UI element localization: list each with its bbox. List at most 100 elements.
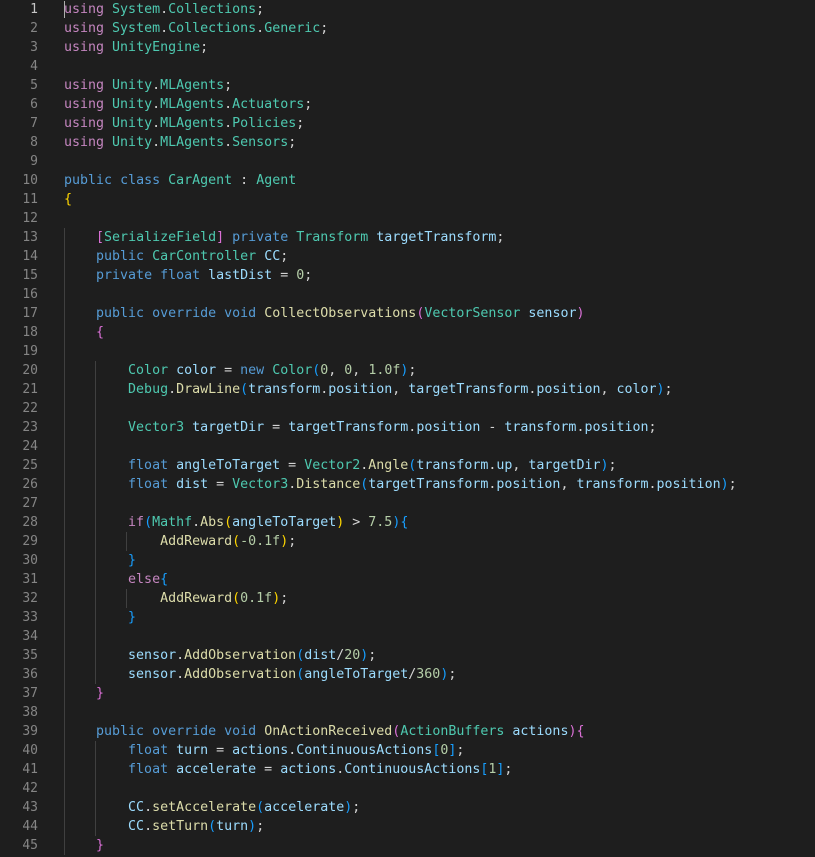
code-token: ContinuousActions — [296, 743, 433, 758]
code-token: ( — [296, 648, 305, 663]
code-token: Distance — [296, 477, 361, 492]
code-line[interactable]: 37 } — [0, 684, 815, 703]
code-line[interactable]: 26 float dist = Vector3.Distance(targetT… — [0, 475, 815, 494]
code-line[interactable]: 43 CC.setAccelerate(accelerate); — [0, 798, 815, 817]
code-token: { — [160, 572, 169, 587]
code-token: ; — [288, 135, 297, 150]
code-text: } — [64, 836, 104, 855]
code-token: . — [192, 515, 201, 530]
code-token: Color — [128, 363, 169, 378]
code-token: . — [176, 648, 185, 663]
code-token: setAccelerate — [152, 800, 257, 815]
code-line[interactable]: 5 using Unity.MLAgents; — [0, 76, 815, 95]
code-line[interactable]: 7 using Unity.MLAgents.Policies; — [0, 114, 815, 133]
line-number: 1 — [30, 2, 38, 17]
code-line[interactable]: 6 using Unity.MLAgents.Actuators; — [0, 95, 815, 114]
code-token: ContinuousActions — [344, 762, 481, 777]
code-line[interactable]: 8 using Unity.MLAgents.Sensors; — [0, 133, 815, 152]
line-number: 37 — [22, 686, 38, 701]
code-line[interactable]: 21 Debug.DrawLine(transform.position, ta… — [0, 380, 815, 399]
code-token: DrawLine — [176, 382, 241, 397]
code-line[interactable]: 14 public CarController CC; — [0, 247, 815, 266]
code-line[interactable]: 29 AddReward(-0.1f); — [0, 532, 815, 551]
code-line[interactable]: 10 public class CarAgent : Agent — [0, 171, 815, 190]
code-editor[interactable]: 1 using System.Collections; 2 using System.… — [0, 0, 815, 857]
code-token: private — [96, 268, 153, 283]
code-line[interactable]: 16 — [0, 285, 815, 304]
code-token: ; — [448, 667, 457, 682]
code-token: ; — [200, 40, 209, 55]
code-line[interactable]: 17 public override void CollectObservati… — [0, 304, 815, 323]
code-line[interactable]: 20 Color color = new Color(0, 0, 1.0f); — [0, 361, 815, 380]
code-line[interactable]: 1 using System.Collections; — [0, 0, 815, 19]
line-number: 4 — [30, 59, 38, 74]
code-token: ; — [320, 21, 329, 36]
line-number: 19 — [22, 344, 38, 359]
code-text: if(Mathf.Abs(angleToTarget) > 7.5){ — [64, 513, 408, 532]
code-line[interactable]: 24 — [0, 437, 815, 456]
code-line[interactable]: 40 float turn = actions.ContinuousAction… — [0, 741, 815, 760]
code-text: Color color = new Color(0, 0, 1.0f); — [64, 361, 416, 380]
code-line[interactable]: 42 — [0, 779, 815, 798]
line-number: 34 — [22, 629, 38, 644]
code-token: public — [96, 306, 145, 321]
code-token: Vector2 — [304, 458, 361, 473]
code-text: { — [64, 323, 104, 342]
code-text: { — [64, 190, 72, 209]
code-token: = — [272, 268, 297, 283]
code-line[interactable]: 3 using UnityEngine; — [0, 38, 815, 57]
code-line[interactable]: 28 if(Mathf.Abs(angleToTarget) > 7.5){ — [0, 513, 815, 532]
code-line[interactable]: 12 — [0, 209, 815, 228]
code-token: ; — [280, 591, 289, 606]
code-line[interactable]: 15 private float lastDist = 0; — [0, 266, 815, 285]
code-line[interactable]: 9 — [0, 152, 815, 171]
code-line[interactable]: 45 } — [0, 836, 815, 855]
code-token: Abs — [200, 515, 225, 530]
line-number: 20 — [22, 363, 38, 378]
code-line[interactable]: 31 else{ — [0, 570, 815, 589]
code-line[interactable]: 13 [SerializeField] private Transform ta… — [0, 228, 815, 247]
code-line[interactable]: 23 Vector3 targetDir = targetTransform.p… — [0, 418, 815, 437]
code-token: . — [160, 21, 169, 36]
code-token: angleToTarget — [232, 515, 337, 530]
code-line[interactable]: 11 { — [0, 190, 815, 209]
code-line[interactable]: 30 } — [0, 551, 815, 570]
code-token: accelerate — [264, 800, 345, 815]
code-token: ) — [248, 819, 257, 834]
code-line[interactable]: 44 CC.setTurn(turn); — [0, 817, 815, 836]
code-line[interactable]: 39 public override void OnActionReceived… — [0, 722, 815, 741]
code-line[interactable]: 25 float angleToTarget = Vector2.Angle(t… — [0, 456, 815, 475]
code-line[interactable]: 33 } — [0, 608, 815, 627]
line-number: 13 — [22, 230, 38, 245]
code-line[interactable]: 27 — [0, 494, 815, 513]
code-token: MLAgents — [160, 97, 225, 112]
code-token: AddReward — [160, 591, 233, 606]
code-line[interactable]: 18 { — [0, 323, 815, 342]
code-line[interactable]: 22 — [0, 399, 815, 418]
code-token: ActionBuffers — [400, 724, 505, 739]
code-line[interactable]: 2 using System.Collections.Generic; — [0, 19, 815, 38]
code-token: } — [96, 838, 105, 853]
code-line[interactable]: 32 AddReward(0.1f); — [0, 589, 815, 608]
code-line[interactable]: 34 — [0, 627, 815, 646]
code-text: using Unity.MLAgents; — [64, 76, 232, 95]
code-token: ) — [280, 534, 289, 549]
code-line[interactable]: 38 — [0, 703, 815, 722]
code-token: ; — [280, 249, 289, 264]
code-line[interactable]: 4 — [0, 57, 815, 76]
code-token: ) — [720, 477, 729, 492]
code-line[interactable]: 35 sensor.AddObservation(dist/20); — [0, 646, 815, 665]
code-line[interactable]: 41 float accelerate = actions.Continuous… — [0, 760, 815, 779]
code-token: Unity — [112, 97, 153, 112]
code-text: } — [64, 608, 136, 627]
code-token: ( — [296, 667, 305, 682]
code-line[interactable]: 36 sensor.AddObservation(angleToTarget/3… — [0, 665, 815, 684]
code-line[interactable]: 19 — [0, 342, 815, 361]
code-token: CC — [128, 819, 145, 834]
